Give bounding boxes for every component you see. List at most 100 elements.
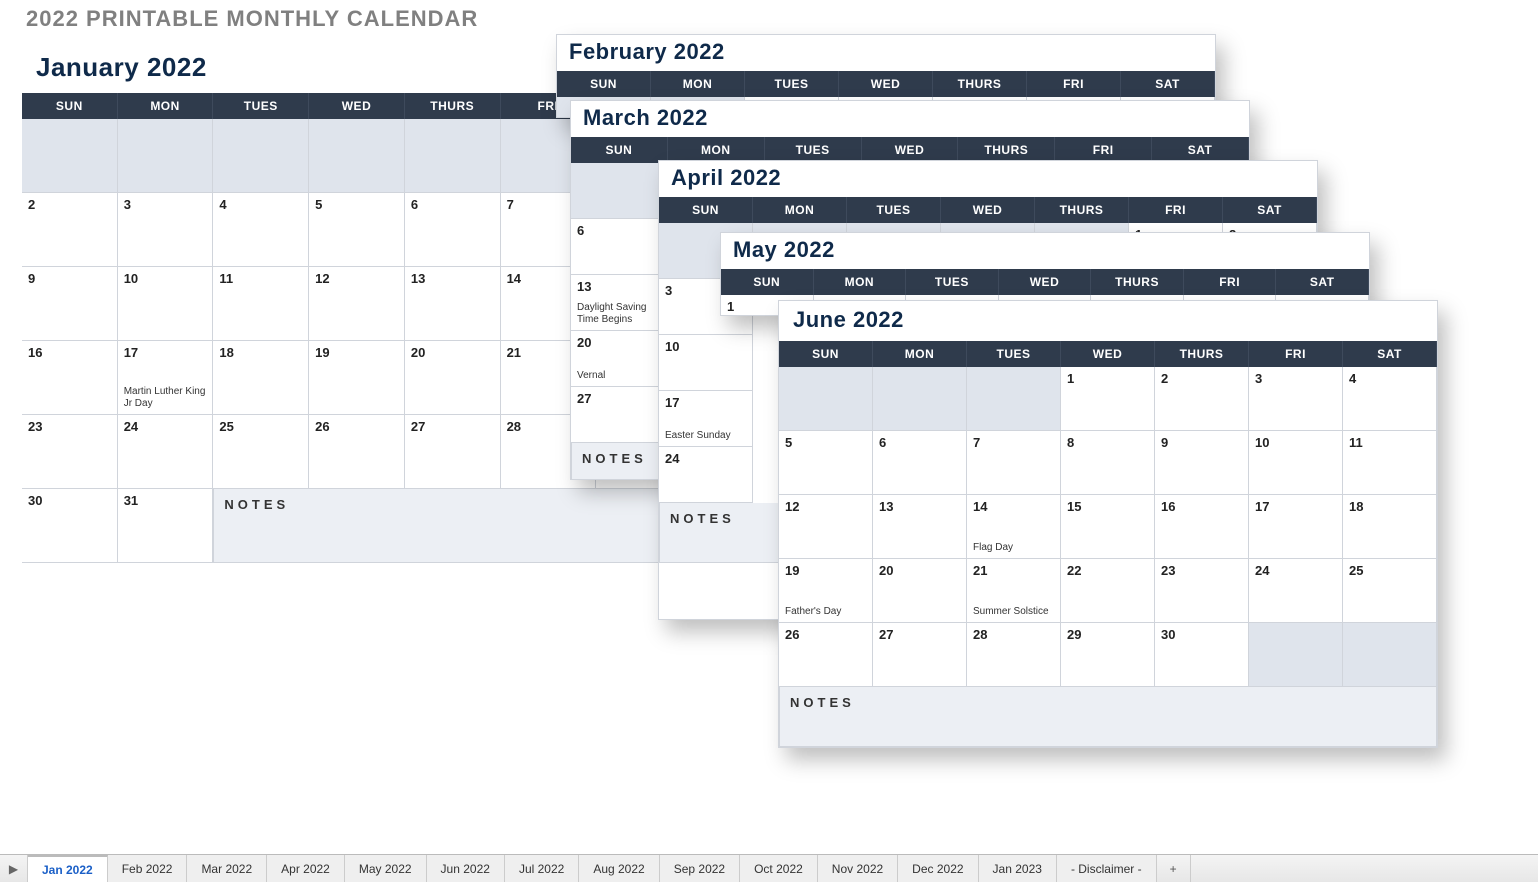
calendar-cell[interactable]: 23 — [22, 415, 118, 489]
calendar-cell[interactable]: 10 — [1249, 431, 1343, 495]
day-header: FRI — [1184, 269, 1277, 295]
add-sheet-button[interactable]: + — [1157, 855, 1191, 882]
calendar-cell[interactable] — [967, 367, 1061, 431]
calendar-cell[interactable]: 3 — [1249, 367, 1343, 431]
notes-area[interactable]: NOTES — [213, 489, 692, 563]
sheet-tab[interactable]: May 2022 — [345, 855, 427, 882]
calendar-cell[interactable]: 27 — [405, 415, 501, 489]
calendar-cell[interactable]: 19 — [309, 341, 405, 415]
calendar-jun: June 2022 SUNMONTUESWEDTHURSFRISAT 12345… — [778, 300, 1438, 748]
sheet-tab[interactable]: Aug 2022 — [579, 855, 659, 882]
calendar-cell[interactable]: 21Summer Solstice — [967, 559, 1061, 623]
calendar-cell[interactable]: 6 — [571, 219, 668, 275]
sheet-tab[interactable]: Sep 2022 — [660, 855, 740, 882]
calendar-cell[interactable]: 29 — [1061, 623, 1155, 687]
calendar-cell[interactable]: 7 — [967, 431, 1061, 495]
calendar-cell[interactable]: 12 — [779, 495, 873, 559]
calendar-cell[interactable] — [405, 119, 501, 193]
calendar-cell[interactable]: 6 — [405, 193, 501, 267]
calendar-cell[interactable] — [213, 119, 309, 193]
calendar-cell[interactable]: 16 — [1155, 495, 1249, 559]
calendar-cell[interactable]: 23 — [1155, 559, 1249, 623]
month-title-jun: June 2022 — [779, 301, 1437, 341]
sheet-tab[interactable]: Mar 2022 — [187, 855, 267, 882]
calendar-cell[interactable]: 1 — [1061, 367, 1155, 431]
calendar-cell[interactable] — [571, 163, 668, 219]
calendar-cell[interactable]: 17Easter Sunday — [659, 391, 753, 447]
calendar-cell[interactable]: 5 — [309, 193, 405, 267]
calendar-cell[interactable] — [22, 119, 118, 193]
day-header: TUES — [847, 197, 941, 223]
sheet-tab[interactable]: Jan 2023 — [979, 855, 1057, 882]
calendar-cell[interactable]: 30 — [1155, 623, 1249, 687]
calendar-event: Flag Day — [973, 542, 1054, 554]
month-title-feb: February 2022 — [557, 35, 1215, 71]
calendar-cell[interactable]: 14Flag Day — [967, 495, 1061, 559]
calendar-cell[interactable]: 20 — [405, 341, 501, 415]
calendar-cell[interactable] — [779, 367, 873, 431]
calendar-cell[interactable]: 3 — [118, 193, 214, 267]
calendar-cell[interactable]: 19Father's Day — [779, 559, 873, 623]
calendar-cell[interactable]: 8 — [1061, 431, 1155, 495]
calendar-cell[interactable]: 24 — [1249, 559, 1343, 623]
calendar-cell[interactable] — [1249, 623, 1343, 687]
calendar-cell[interactable]: 30 — [22, 489, 118, 563]
sheet-tab[interactable]: Dec 2022 — [898, 855, 978, 882]
sheet-nav-button[interactable]: ▶ — [0, 855, 28, 882]
sheet-tab[interactable]: Oct 2022 — [740, 855, 818, 882]
day-header: WED — [999, 269, 1092, 295]
calendar-cell[interactable]: 18 — [213, 341, 309, 415]
calendar-cell[interactable]: 26 — [779, 623, 873, 687]
calendar-cell[interactable]: 17 — [1249, 495, 1343, 559]
calendar-cell[interactable]: 25 — [213, 415, 309, 489]
calendar-cell[interactable]: 24 — [659, 447, 753, 503]
calendar-cell[interactable]: 4 — [213, 193, 309, 267]
calendar-cell[interactable]: 13 — [405, 267, 501, 341]
calendar-cell[interactable]: 2 — [22, 193, 118, 267]
calendar-cell[interactable]: 18 — [1343, 495, 1437, 559]
sheet-tab[interactable]: Jul 2022 — [505, 855, 579, 882]
sheet-tab[interactable]: - Disclaimer - — [1057, 855, 1157, 882]
calendar-cell[interactable]: 11 — [1343, 431, 1437, 495]
calendar-cell[interactable]: 17Martin Luther King Jr Day — [118, 341, 214, 415]
calendar-cell[interactable]: 20 — [873, 559, 967, 623]
calendar-cell[interactable]: 11 — [213, 267, 309, 341]
calendar-cell[interactable]: 27 — [571, 387, 668, 443]
month-title-apr: April 2022 — [659, 161, 1317, 197]
calendar-cell[interactable]: 12 — [309, 267, 405, 341]
calendar-cell[interactable]: 4 — [1343, 367, 1437, 431]
sheet-tab[interactable]: Jan 2022 — [28, 855, 108, 882]
calendar-cell[interactable]: 20Vernal — [571, 331, 668, 387]
calendar-cell[interactable]: 2 — [1155, 367, 1249, 431]
calendar-cell[interactable]: 27 — [873, 623, 967, 687]
calendar-cell[interactable] — [1343, 623, 1437, 687]
calendar-cell[interactable]: 10 — [118, 267, 214, 341]
calendar-cell[interactable] — [309, 119, 405, 193]
calendar-cell[interactable]: 10 — [659, 335, 753, 391]
sheet-tab[interactable]: Nov 2022 — [818, 855, 898, 882]
calendar-cell[interactable]: 25 — [1343, 559, 1437, 623]
calendar-cell[interactable]: 13 — [873, 495, 967, 559]
calendar-cell[interactable]: 9 — [22, 267, 118, 341]
calendar-event: Vernal — [577, 370, 661, 382]
sheet-tab[interactable]: Feb 2022 — [108, 855, 188, 882]
calendar-cell[interactable]: 6 — [873, 431, 967, 495]
sheet-tab[interactable]: Jun 2022 — [427, 855, 505, 882]
calendar-cell[interactable]: 15 — [1061, 495, 1155, 559]
calendar-cell[interactable] — [873, 367, 967, 431]
calendar-cell[interactable]: 16 — [22, 341, 118, 415]
day-header: SUN — [721, 269, 814, 295]
day-header-row: SUNMONTUESWEDTHURSFRISAT — [721, 269, 1369, 295]
calendar-cell[interactable]: 28 — [967, 623, 1061, 687]
day-header: WED — [839, 71, 933, 97]
calendar-cell[interactable]: 22 — [1061, 559, 1155, 623]
calendar-cell[interactable]: 31 — [118, 489, 214, 563]
sheet-tab[interactable]: Apr 2022 — [267, 855, 345, 882]
calendar-cell[interactable] — [118, 119, 214, 193]
calendar-cell[interactable]: 13Daylight Saving Time Begins — [571, 275, 668, 331]
calendar-cell[interactable]: 9 — [1155, 431, 1249, 495]
calendar-cell[interactable]: 26 — [309, 415, 405, 489]
notes-area[interactable]: NOTES — [779, 687, 1437, 747]
calendar-cell[interactable]: 24 — [118, 415, 214, 489]
calendar-cell[interactable]: 5 — [779, 431, 873, 495]
